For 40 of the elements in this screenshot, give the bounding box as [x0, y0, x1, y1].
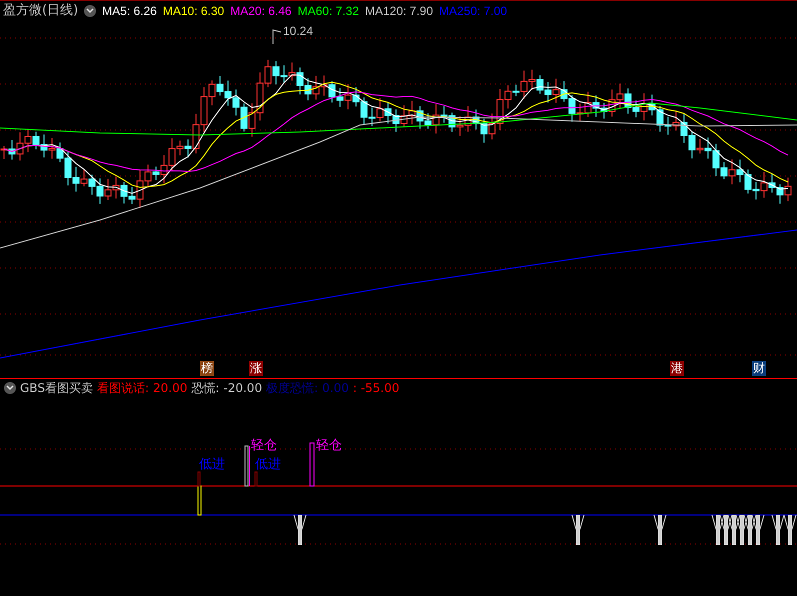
high-price-label: 10.24	[283, 23, 314, 40]
funnel-marker	[720, 514, 732, 545]
ma-legend-value: MA10: 6.30	[162, 2, 224, 20]
indicator-name: GBS看图买卖	[20, 380, 93, 396]
ma-legend-value: MA60: 7.32	[298, 2, 359, 20]
indicator-legend-value: 0.00	[322, 380, 349, 396]
signal-label: 低进	[255, 458, 281, 472]
funnel-marker	[772, 514, 784, 545]
ma-legend-value: MA250: 7.00	[439, 2, 508, 20]
event-marker[interactable]: 榜	[200, 361, 214, 376]
signal-label: 低进	[199, 458, 225, 472]
indicator-legend-value: -20.00	[223, 380, 262, 396]
funnel-marker	[752, 514, 764, 545]
signal-bar	[254, 472, 258, 486]
signal-bar	[310, 442, 314, 486]
indicator-legend-value: 极度恐慌:	[266, 380, 318, 396]
funnel-marker	[728, 514, 740, 545]
chevron-down-icon[interactable]	[84, 4, 96, 16]
ma-legend-value: MA120: 7.90	[364, 2, 434, 20]
chevron-down-icon[interactable]	[4, 382, 16, 394]
event-marker[interactable]: 财	[752, 361, 766, 376]
funnel-marker	[744, 514, 756, 545]
funnel-marker	[784, 514, 796, 545]
funnel-marker	[572, 514, 584, 545]
funnel-marker	[736, 514, 748, 545]
funnel-marker	[712, 514, 724, 545]
indicator-legend-value: 恐慌:	[191, 380, 220, 396]
ma-legend-value: MA20: 6.46	[230, 2, 292, 20]
indicator-legend-value: : -55.00	[352, 380, 400, 396]
indicator-legend-value: 20.00	[152, 380, 188, 396]
funnel-marker	[294, 514, 306, 545]
indicator-legend-value: 看图说话:	[96, 380, 149, 396]
high-pointer-icon	[272, 29, 282, 44]
funnel-marker	[654, 514, 666, 545]
signal-label: 轻仓	[316, 439, 342, 453]
ma-legend-value: MA5: 6.26	[102, 2, 157, 20]
signal-label: 轻仓	[251, 439, 277, 453]
event-marker[interactable]: 港	[670, 361, 684, 376]
event-marker[interactable]: 涨	[249, 361, 263, 376]
chart-title: 盈方微(日线)	[3, 2, 78, 20]
